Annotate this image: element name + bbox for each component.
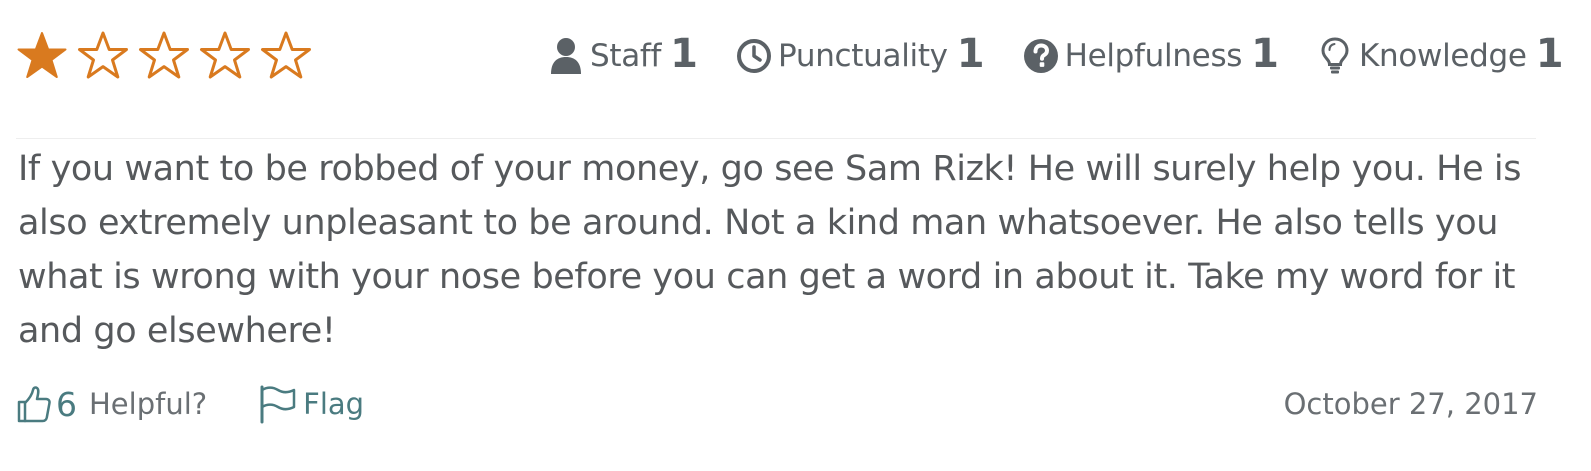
- rating-punctuality: Punctuality 1: [736, 31, 985, 79]
- divider: [16, 138, 1536, 139]
- review-text: If you want to be robbed of your money, …: [18, 149, 1522, 351]
- thumbs-up-icon: [17, 386, 51, 423]
- rating-knowledge: Knowledge 1: [1317, 31, 1564, 79]
- rating-label: Knowledge: [1359, 38, 1527, 74]
- star-rating: [16, 30, 312, 82]
- star-icon-filled: [17, 32, 67, 78]
- star-icon-empty: [261, 31, 311, 79]
- helpful-count: 6: [56, 384, 77, 424]
- flag-button[interactable]: Flag: [257, 384, 364, 424]
- rating-value: 1: [670, 31, 699, 77]
- rating-helpfulness: Helpfulness 1: [1023, 31, 1279, 79]
- clock-icon: [737, 39, 772, 73]
- star-icon-empty: [78, 31, 128, 79]
- review-footer: 6 Helpful? Flag October 27, 2017: [16, 378, 1538, 430]
- rating-label: Staff: [590, 38, 662, 74]
- rating-label: Helpfulness: [1064, 38, 1243, 74]
- flag-icon: [260, 385, 296, 424]
- lightbulb-icon: [1321, 37, 1349, 74]
- category-ratings: Staff 1 Punctuality 1 Helpfulness 1 Know…: [548, 28, 1564, 84]
- rating-value: 1: [1535, 31, 1564, 77]
- star-icon-empty: [139, 31, 189, 79]
- rating-value: 1: [1251, 31, 1279, 77]
- rating-label: Punctuality: [778, 38, 948, 74]
- flag-label: Flag: [303, 387, 365, 421]
- helpful-button[interactable]: 6 Helpful?: [16, 384, 207, 424]
- helpful-label: Helpful?: [89, 387, 208, 421]
- star-icon-empty: [200, 31, 250, 79]
- rating-value: 1: [956, 31, 985, 77]
- question-circle-icon: [1023, 39, 1058, 73]
- rating-staff: Staff 1: [548, 31, 699, 79]
- review-date: October 27, 2017: [1283, 387, 1538, 421]
- user-icon: [551, 38, 581, 74]
- review-card: Staff 1 Punctuality 1 Helpfulness 1 Know…: [0, 0, 1591, 471]
